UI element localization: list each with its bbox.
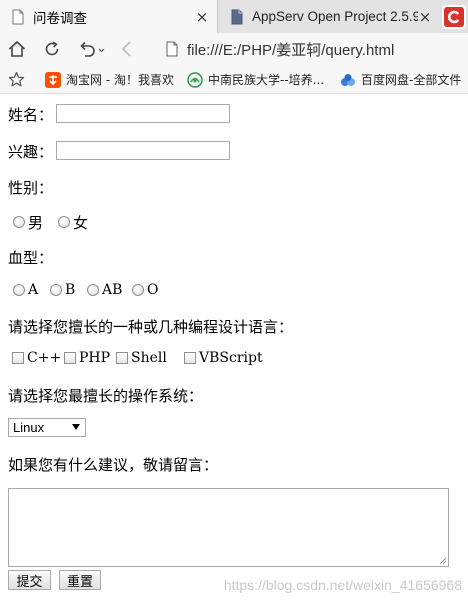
document-icon bbox=[12, 9, 24, 24]
bookmark-baidu-pan[interactable]: 百度网盘-全部文件 bbox=[340, 71, 461, 88]
bookmark-label: 淘宝网 - 淘！我喜欢 bbox=[66, 73, 174, 87]
bookmark-label: 中南民族大学--培养... bbox=[208, 73, 325, 87]
bookmark-university[interactable]: 中南民族大学--培养... bbox=[187, 71, 324, 88]
close-tab-icon[interactable]: × bbox=[195, 8, 209, 26]
blood-a-label: A bbox=[28, 282, 39, 298]
name-label: 姓名： bbox=[8, 106, 54, 124]
gender-male-radio[interactable] bbox=[13, 216, 25, 228]
gender-male-label: 男 bbox=[28, 214, 44, 232]
page-content: 姓名： 兴趣： 性别： 男 女 血型： A B AB O 请选择您擅长的一种或几… bbox=[0, 94, 468, 605]
baidu-pan-icon bbox=[341, 73, 355, 86]
home-button[interactable] bbox=[5, 37, 29, 61]
navigation-toolbar: file:///E:/PHP/姜亚轲/query.html bbox=[0, 33, 468, 65]
lang-vbscript-label: VBScript bbox=[199, 350, 263, 366]
blood-type-label: 血型： bbox=[8, 249, 54, 267]
submit-button[interactable]: 提交 bbox=[8, 570, 51, 590]
close-tab-icon[interactable]: × bbox=[418, 8, 432, 26]
blood-ab-radio[interactable] bbox=[87, 284, 99, 296]
gender-female-radio[interactable] bbox=[58, 216, 70, 228]
interest-input[interactable] bbox=[56, 141, 230, 160]
suggestion-label: 如果您有什么建议，敬请留言： bbox=[8, 456, 219, 474]
dropdown-arrow-icon bbox=[72, 424, 80, 430]
tab-label: 问卷调查 bbox=[33, 10, 87, 26]
lang-cpp-label: C++ bbox=[27, 350, 62, 366]
lang-vbscript-checkbox[interactable] bbox=[184, 352, 196, 364]
file-icon bbox=[166, 41, 178, 57]
tab-strip: 问卷调查 × AppServ Open Project 2.5.9 × bbox=[0, 0, 468, 33]
back-button[interactable] bbox=[115, 37, 139, 61]
reload-icon bbox=[45, 41, 59, 56]
watermark: https://blog.csdn.net/weixin_41656968 bbox=[223, 577, 462, 593]
bookmark-label: 百度网盘-全部文件 bbox=[361, 73, 462, 87]
reload-button[interactable] bbox=[40, 37, 64, 61]
blood-o-radio[interactable] bbox=[132, 284, 144, 296]
gender-female-label: 女 bbox=[73, 214, 89, 232]
os-select[interactable]: Linux bbox=[8, 418, 86, 437]
blood-ab-label: AB bbox=[102, 282, 123, 298]
language-question-label: 请选择您擅长的一种或几种编程设计语言： bbox=[8, 318, 294, 336]
interest-label: 兴趣： bbox=[8, 143, 54, 161]
lang-php-label: PHP bbox=[79, 350, 111, 366]
lang-shell-label: Shell bbox=[131, 350, 167, 366]
blood-a-radio[interactable] bbox=[13, 284, 25, 296]
suggestion-textarea[interactable] bbox=[8, 488, 449, 567]
reset-button[interactable]: 重置 bbox=[59, 570, 101, 590]
lang-php-checkbox[interactable] bbox=[64, 352, 76, 364]
resize-grip-icon[interactable] bbox=[439, 557, 447, 565]
blood-o-label: O bbox=[147, 282, 159, 298]
new-tab-button[interactable] bbox=[442, 5, 466, 29]
tab-label: AppServ Open Project 2.5.9 bbox=[252, 9, 418, 24]
os-selected-value: Linux bbox=[13, 420, 45, 435]
taobao-icon bbox=[45, 71, 61, 88]
lang-shell-checkbox[interactable] bbox=[116, 352, 128, 364]
gender-label: 性别： bbox=[8, 179, 54, 197]
address-bar[interactable]: file:///E:/PHP/姜亚轲/query.html bbox=[165, 37, 468, 61]
document-icon bbox=[231, 9, 243, 24]
name-input[interactable] bbox=[56, 104, 230, 123]
tab-appserv[interactable]: AppServ Open Project 2.5.9 × bbox=[219, 0, 440, 33]
blood-b-radio[interactable] bbox=[50, 284, 62, 296]
os-question-label: 请选择您最擅长的操作系统： bbox=[8, 387, 204, 405]
blood-b-label: B bbox=[65, 282, 76, 298]
bookmark-taobao[interactable]: 淘宝网 - 淘！我喜欢 bbox=[45, 71, 174, 88]
university-icon bbox=[187, 71, 203, 88]
bookmarks-bar: 淘宝网 - 淘！我喜欢 中南民族大学--培养... 百度网盘-全部文件 bbox=[0, 65, 468, 94]
star-icon[interactable] bbox=[8, 71, 25, 88]
browser-logo-icon bbox=[444, 7, 464, 27]
undo-button[interactable] bbox=[77, 37, 107, 61]
back-arrow-icon bbox=[121, 41, 131, 57]
undo-icon bbox=[80, 41, 105, 57]
tab-questionnaire[interactable]: 问卷调查 × bbox=[0, 0, 218, 33]
lang-cpp-checkbox[interactable] bbox=[12, 352, 24, 364]
home-icon bbox=[8, 41, 26, 57]
url-text: file:///E:/PHP/姜亚轲/query.html bbox=[187, 41, 395, 59]
